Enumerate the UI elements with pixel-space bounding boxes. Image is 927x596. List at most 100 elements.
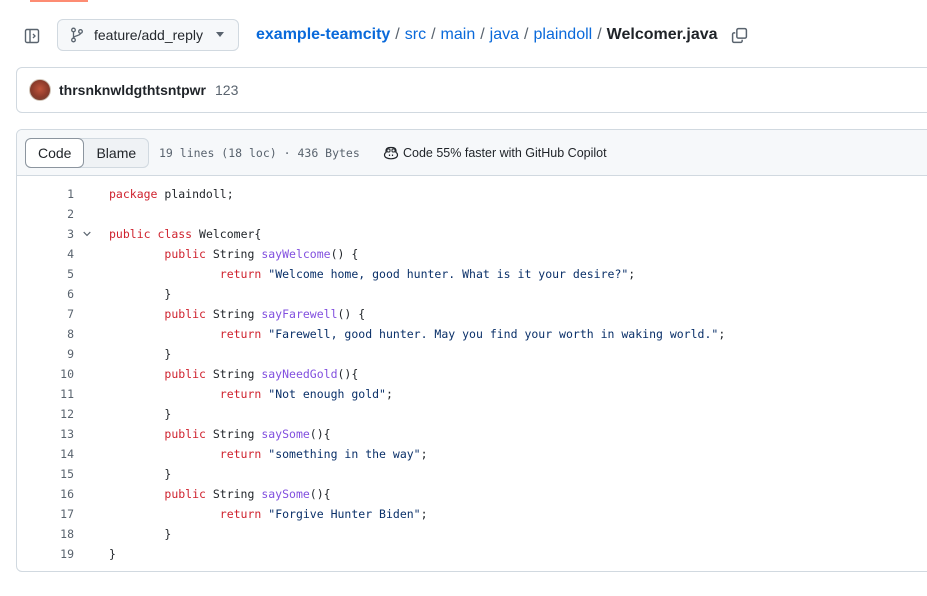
- active-tab-underline: [30, 0, 88, 2]
- line-number[interactable]: 6: [17, 284, 74, 304]
- code-token: String: [205, 307, 262, 321]
- breadcrumb-main-link[interactable]: main: [441, 26, 476, 44]
- line-number[interactable]: 2: [17, 204, 74, 224]
- line-number[interactable]: 19: [17, 544, 74, 564]
- line-number[interactable]: 17: [17, 504, 74, 524]
- file-header-bar: feature/add_reply example-teamcity / src…: [0, 18, 927, 54]
- breadcrumb-java-link[interactable]: java: [490, 26, 519, 44]
- code-line: 9 }: [17, 344, 927, 364]
- breadcrumb-separator: /: [597, 26, 602, 43]
- code-token: sayWelcome: [261, 247, 331, 261]
- breadcrumb-repo-link[interactable]: example-teamcity: [256, 26, 390, 44]
- breadcrumb-file-name: Welcomer.java: [606, 26, 718, 43]
- code-line: 17 return "Forgive Hunter Biden";: [17, 504, 927, 524]
- code-line: 5 return "Welcome home, good hunter. Wha…: [17, 264, 927, 284]
- code-text: }: [109, 544, 116, 564]
- breadcrumb-separator: /: [395, 26, 400, 43]
- code-token: public: [109, 227, 151, 241]
- line-number[interactable]: 5: [17, 264, 74, 284]
- code-blame-toggle: Code Blame: [25, 138, 150, 168]
- line-number[interactable]: 10: [17, 364, 74, 384]
- code-line: 7 public String sayFarewell() {: [17, 304, 927, 324]
- code-token: return: [219, 447, 262, 461]
- file-info: 19 lines (18 loc) · 436 Bytes: [159, 146, 360, 160]
- code-text: return "Welcome home, good hunter. What …: [109, 264, 635, 284]
- line-number[interactable]: 15: [17, 464, 74, 484]
- code-text: public String sayNeedGold(){: [109, 364, 358, 384]
- code-text: }: [109, 284, 171, 304]
- code-token: public: [164, 307, 206, 321]
- line-number[interactable]: 11: [17, 384, 74, 404]
- code-text: public String sayFarewell() {: [109, 304, 365, 324]
- code-token: ;: [628, 267, 636, 281]
- code-text: return "something in the way";: [109, 444, 428, 464]
- code-line: 18 }: [17, 524, 927, 544]
- code-text: package plaindoll;: [109, 184, 234, 204]
- code-token: return: [219, 327, 262, 341]
- commit-author[interactable]: thrsnknwldgthtsntpwr: [59, 82, 206, 98]
- branch-selector-button[interactable]: feature/add_reply: [57, 19, 239, 51]
- code-line: 19}: [17, 544, 927, 564]
- file-viewer: Code Blame 19 lines (18 loc) · 436 Bytes…: [16, 129, 927, 572]
- code-token: sayFarewell: [261, 307, 338, 321]
- line-number[interactable]: 8: [17, 324, 74, 344]
- code-text: }: [109, 404, 171, 424]
- code-token: public: [164, 367, 206, 381]
- breadcrumb-separator: /: [524, 26, 529, 43]
- code-token: (){: [337, 367, 359, 381]
- line-number[interactable]: 1: [17, 184, 74, 204]
- code-token: }: [109, 467, 172, 481]
- code-line: 14 return "something in the way";: [17, 444, 927, 464]
- breadcrumb-src-link[interactable]: src: [405, 26, 426, 44]
- code-text: }: [109, 344, 171, 364]
- code-text: }: [109, 464, 171, 484]
- copilot-promo-link[interactable]: Code 55% faster with GitHub Copilot: [383, 145, 607, 161]
- breadcrumb: example-teamcity / src / main / java / p…: [256, 26, 749, 44]
- tab-code[interactable]: Code: [25, 138, 85, 168]
- code-line: 10 public String sayNeedGold(){: [17, 364, 927, 384]
- code-token: String: [205, 427, 262, 441]
- code-token: return: [219, 387, 262, 401]
- sidebar-expand-icon[interactable]: [22, 26, 42, 46]
- code-token: }: [109, 287, 172, 301]
- code-text: }: [109, 524, 171, 544]
- code-line: 6 }: [17, 284, 927, 304]
- tab-blame[interactable]: Blame: [84, 139, 148, 167]
- code-token: () {: [330, 247, 359, 261]
- chevron-down-icon[interactable]: [83, 230, 91, 238]
- line-number[interactable]: 7: [17, 304, 74, 324]
- line-number[interactable]: 13: [17, 424, 74, 444]
- code-text: public String saySome(){: [109, 484, 330, 504]
- code-token: return: [219, 507, 262, 521]
- line-number[interactable]: 16: [17, 484, 74, 504]
- breadcrumb-plaindoll-link[interactable]: plaindoll: [533, 26, 592, 44]
- line-number[interactable]: 3: [17, 224, 74, 244]
- line-number[interactable]: 9: [17, 344, 74, 364]
- line-number[interactable]: 12: [17, 404, 74, 424]
- code-text: return "Not enough gold";: [109, 384, 393, 404]
- branch-name: feature/add_reply: [94, 27, 203, 43]
- code-token: "Welcome home, good hunter. What is it y…: [268, 267, 629, 281]
- code-text: return "Farewell, good hunter. May you f…: [109, 324, 725, 344]
- code-token: ;: [420, 507, 428, 521]
- copilot-icon: [383, 145, 399, 161]
- line-number[interactable]: 4: [17, 244, 74, 264]
- code-line: 13 public String saySome(){: [17, 424, 927, 444]
- line-number[interactable]: 18: [17, 524, 74, 544]
- code-token: }: [109, 527, 172, 541]
- line-number[interactable]: 14: [17, 444, 74, 464]
- copy-icon[interactable]: [731, 26, 749, 44]
- code-token: () {: [337, 307, 366, 321]
- avatar[interactable]: [29, 79, 51, 101]
- code-token: String: [205, 367, 262, 381]
- code-token: plaindoll;: [157, 187, 234, 201]
- code-line: 1 package plaindoll;: [17, 184, 927, 204]
- code-token: (){: [309, 427, 331, 441]
- code-line: 4 public String sayWelcome() {: [17, 244, 927, 264]
- code-token: return: [219, 267, 262, 281]
